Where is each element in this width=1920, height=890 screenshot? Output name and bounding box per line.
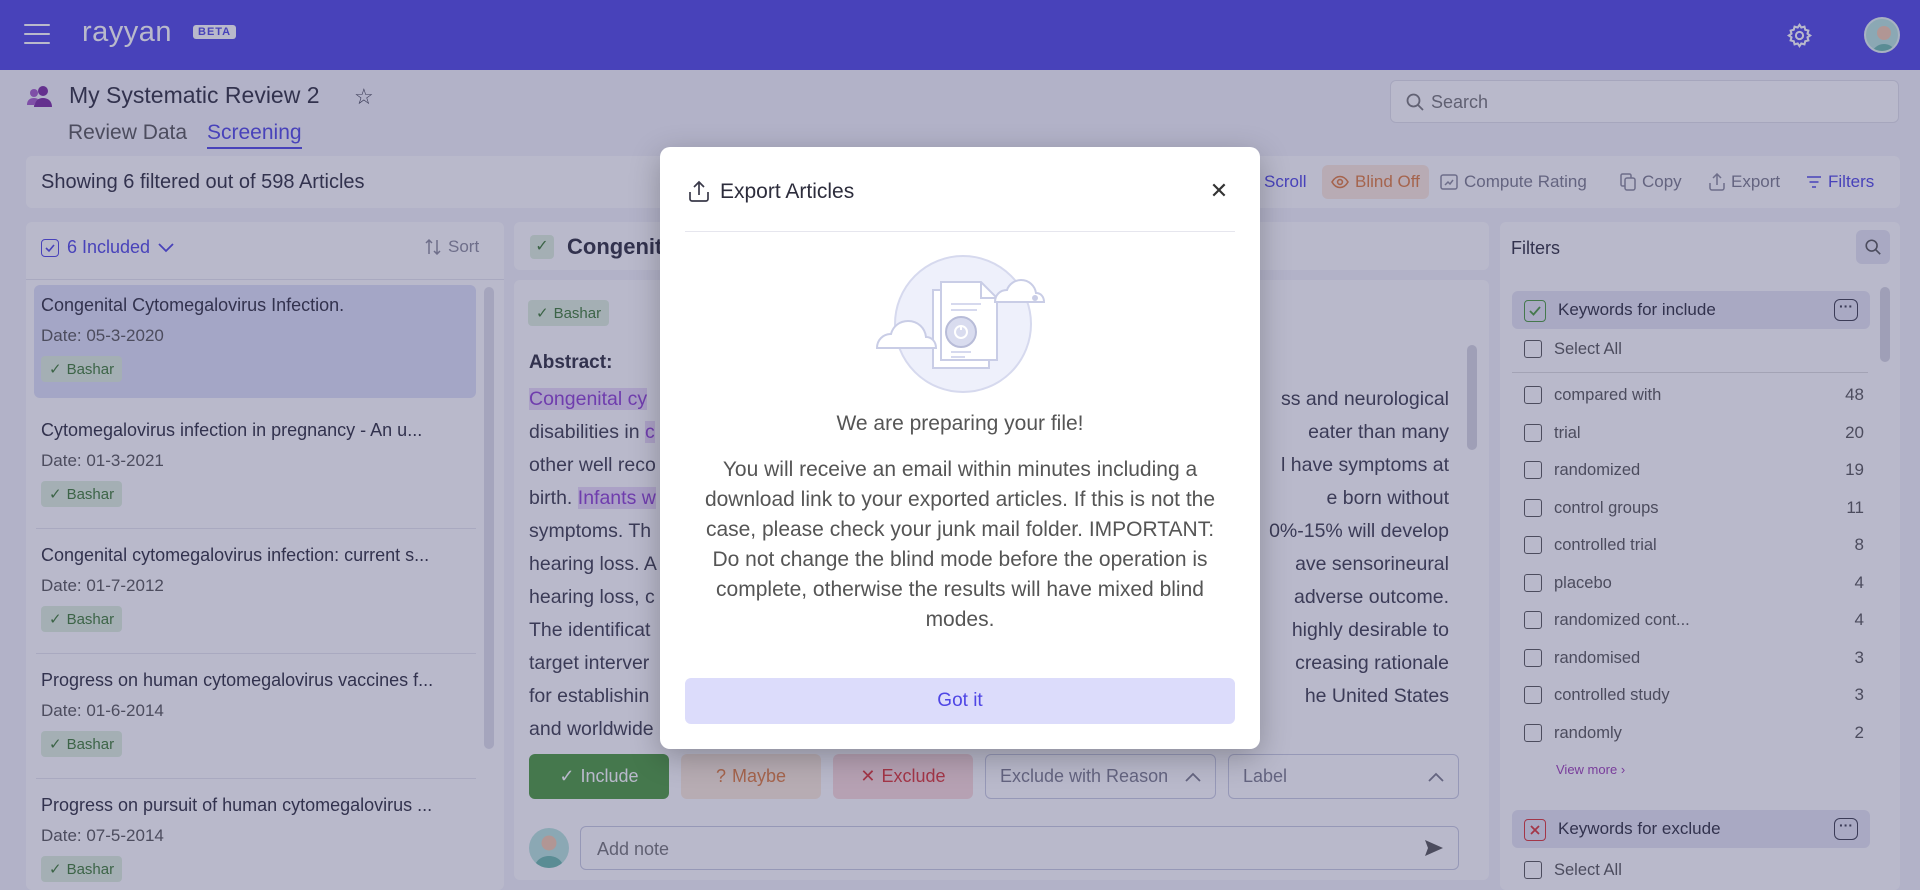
file-illustration [875,255,1046,393]
dialog-message: You will receive an email within minutes… [704,458,1216,631]
got-it-button[interactable]: Got it [685,678,1235,724]
upload-icon [689,180,709,202]
divider [685,231,1235,232]
dialog-heading: We are preparing your file! [836,412,1084,435]
dialog-title: Export Articles [720,180,855,203]
close-icon[interactable]: ✕ [1205,177,1233,205]
export-dialog: Export Articles ✕ We are preparing your … [660,147,1260,749]
